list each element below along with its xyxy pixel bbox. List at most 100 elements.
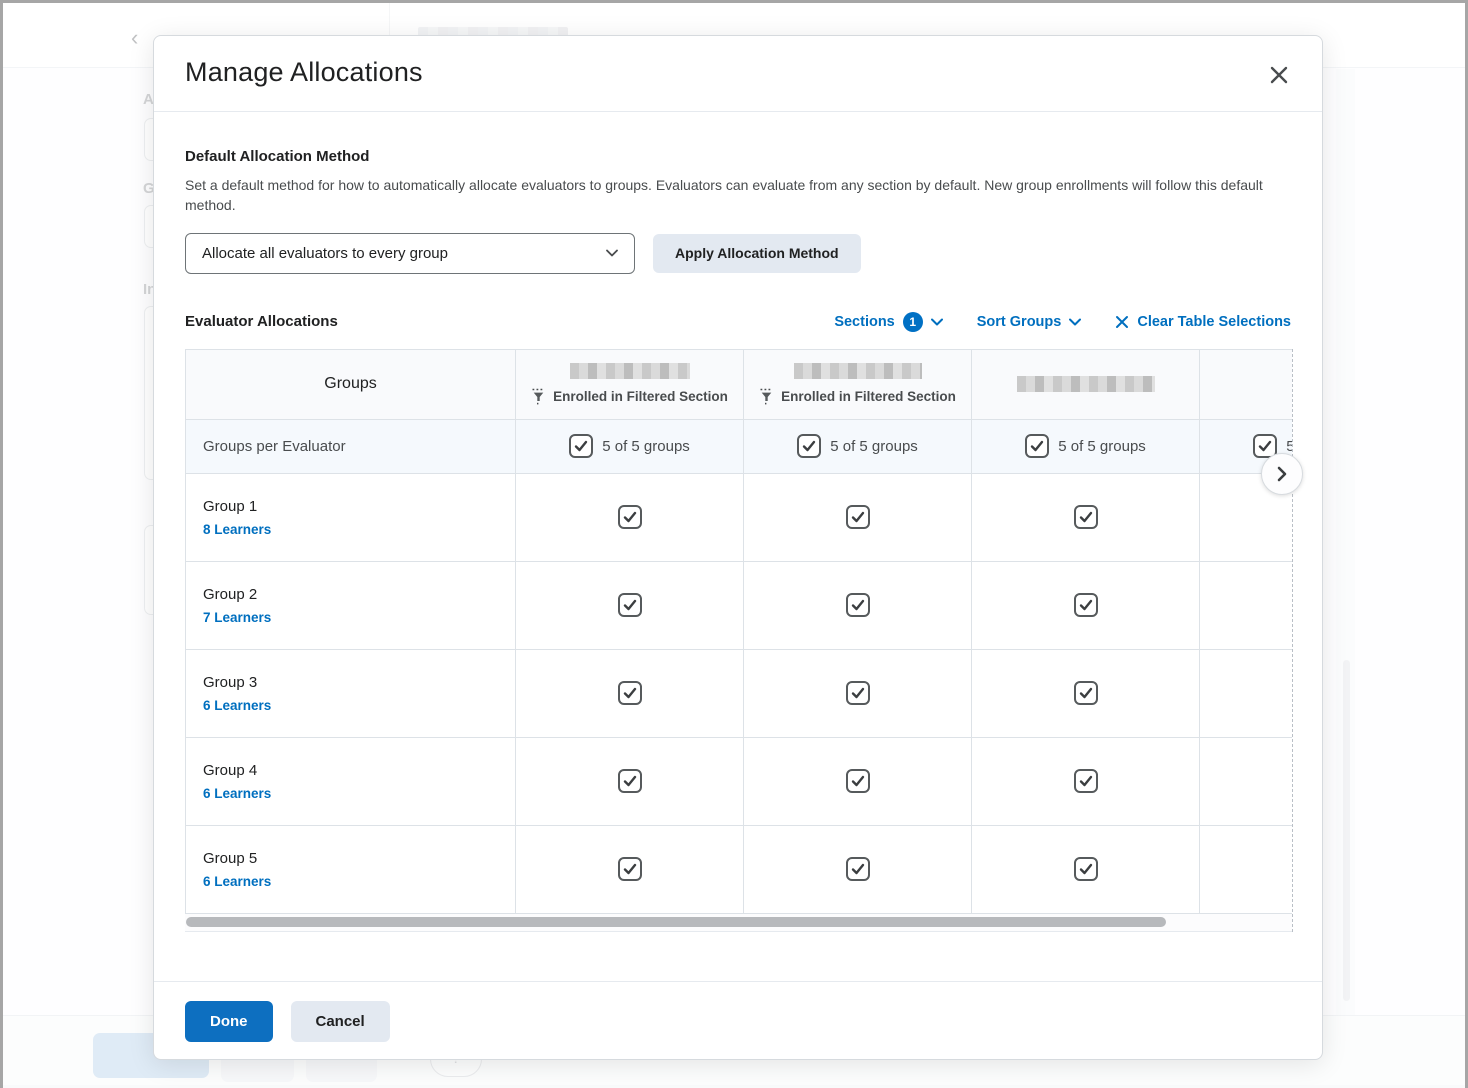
apply-allocation-method-button[interactable]: Apply Allocation Method <box>653 234 861 273</box>
allocation-cell <box>515 738 743 826</box>
allocation-cell <box>971 474 1199 562</box>
allocation-checkbox[interactable] <box>618 857 642 881</box>
summary-cell: 5 of 5 groups <box>743 420 971 474</box>
allocation-cell <box>743 562 971 650</box>
allocation-cell <box>1199 826 1293 914</box>
allocation-checkbox[interactable] <box>618 681 642 705</box>
allocations-table-viewport: Groups Enrolled in Filtered Section <box>185 349 1293 932</box>
learners-link[interactable]: 7 Learners <box>203 610 271 625</box>
summary-cell: 5 of 5 groups <box>971 420 1199 474</box>
allocation-cell <box>743 650 971 738</box>
allocation-checkbox[interactable] <box>1074 505 1098 529</box>
done-button[interactable]: Done <box>185 1001 273 1042</box>
evaluator-column-header <box>1199 349 1293 420</box>
allocation-checkbox[interactable] <box>1074 769 1098 793</box>
allocation-checkbox[interactable] <box>1074 593 1098 617</box>
chevron-right-icon <box>1277 466 1287 482</box>
allocation-checkbox[interactable] <box>618 769 642 793</box>
allocation-checkbox[interactable] <box>1074 681 1098 705</box>
sections-count-badge: 1 <box>903 312 923 332</box>
table-controls: Sections 1 Sort Groups Clear <box>834 312 1291 332</box>
allocation-cell <box>1199 650 1293 738</box>
filter-status: Enrolled in Filtered Section <box>759 388 956 405</box>
group-name: Group 3 <box>203 674 257 691</box>
allocation-checkbox[interactable] <box>618 505 642 529</box>
select-all-checkbox[interactable] <box>1025 434 1049 458</box>
chevron-down-icon <box>1069 318 1081 326</box>
evaluator-allocations-header: Evaluator Allocations Sections 1 Sort Gr… <box>185 312 1291 332</box>
allocation-checkbox[interactable] <box>846 681 870 705</box>
filter-funnel-icon <box>759 388 774 405</box>
close-icon <box>1268 64 1290 86</box>
group-row-label: Group 5 6 Learners <box>185 826 515 914</box>
allocation-cell <box>1199 738 1293 826</box>
filter-status-label: Enrolled in Filtered Section <box>781 389 956 404</box>
filter-status-label: Enrolled in Filtered Section <box>553 389 728 404</box>
evaluator-column-header: Enrolled in Filtered Section <box>515 349 743 420</box>
clear-table-selections-label: Clear Table Selections <box>1137 314 1291 330</box>
allocation-cell <box>971 562 1199 650</box>
summary-count-label: 5 of 5 groups <box>830 438 918 455</box>
evaluator-allocations-heading: Evaluator Allocations <box>185 313 338 330</box>
dialog-footer: Done Cancel <box>154 981 1322 1061</box>
close-button[interactable] <box>1264 60 1294 90</box>
allocation-cell <box>743 826 971 914</box>
allocation-method-select[interactable]: Allocate all evaluators to every group <box>185 233 635 274</box>
cancel-button[interactable]: Cancel <box>291 1001 390 1042</box>
clear-table-selections-button[interactable]: Clear Table Selections <box>1115 314 1291 330</box>
sections-filter-button[interactable]: Sections 1 <box>834 312 942 332</box>
allocations-table: Groups Enrolled in Filtered Section <box>185 349 1293 914</box>
filter-funnel-icon <box>531 388 546 405</box>
group-row-label: Group 1 8 Learners <box>185 474 515 562</box>
allocation-cell <box>971 826 1199 914</box>
sections-label: Sections <box>834 314 894 330</box>
group-name: Group 4 <box>203 762 257 779</box>
allocation-checkbox[interactable] <box>846 857 870 881</box>
allocation-checkbox[interactable] <box>846 593 870 617</box>
evaluator-column-header <box>971 349 1199 420</box>
summary-count-label: 5 of 5 groups <box>602 438 690 455</box>
allocation-cell <box>515 562 743 650</box>
evaluator-column-header: Enrolled in Filtered Section <box>743 349 971 420</box>
default-allocation-heading: Default Allocation Method <box>185 148 1291 165</box>
table-horizontal-scrollbar-thumb[interactable] <box>186 917 1166 927</box>
groups-per-evaluator-label: Groups per Evaluator <box>185 420 515 474</box>
group-row-label: Group 2 7 Learners <box>185 562 515 650</box>
summary-cell: 5 of 5 groups <box>515 420 743 474</box>
learners-link[interactable]: 6 Learners <box>203 698 271 713</box>
allocation-checkbox[interactable] <box>618 593 642 617</box>
evaluator-name-redacted <box>794 363 922 379</box>
sort-groups-button[interactable]: Sort Groups <box>977 314 1082 330</box>
groups-column-header: Groups <box>185 349 515 420</box>
group-name: Group 5 <box>203 850 257 867</box>
summary-count-label: 5 of 5 groups <box>1286 438 1293 455</box>
learners-link[interactable]: 6 Learners <box>203 874 271 889</box>
select-all-checkbox[interactable] <box>569 434 593 458</box>
allocation-cell <box>971 738 1199 826</box>
clear-x-icon <box>1115 315 1129 329</box>
group-row-label: Group 4 6 Learners <box>185 738 515 826</box>
allocation-cell <box>515 826 743 914</box>
learners-link[interactable]: 8 Learners <box>203 522 271 537</box>
select-all-checkbox[interactable] <box>797 434 821 458</box>
allocation-checkbox[interactable] <box>1074 857 1098 881</box>
group-name: Group 2 <box>203 586 257 603</box>
allocation-checkbox[interactable] <box>846 505 870 529</box>
default-allocation-description: Set a default method for how to automati… <box>185 175 1291 216</box>
allocation-method-value: Allocate all evaluators to every group <box>202 245 448 262</box>
method-row: Allocate all evaluators to every group A… <box>185 233 1291 274</box>
dialog-title: Manage Allocations <box>185 57 423 88</box>
dialog-body: Default Allocation Method Set a default … <box>154 148 1322 932</box>
allocation-cell <box>743 738 971 826</box>
chevron-down-icon <box>606 249 618 257</box>
learners-link[interactable]: 6 Learners <box>203 786 271 801</box>
allocation-cell <box>1199 562 1293 650</box>
allocation-checkbox[interactable] <box>846 769 870 793</box>
table-horizontal-scrollbar-track[interactable] <box>185 914 1293 932</box>
allocation-cell <box>515 650 743 738</box>
manage-allocations-dialog: Manage Allocations Default Allocation Me… <box>153 35 1323 1060</box>
sort-groups-label: Sort Groups <box>977 314 1062 330</box>
scroll-columns-right-button[interactable] <box>1261 453 1303 495</box>
allocation-cell <box>743 474 971 562</box>
evaluator-name-redacted <box>570 363 690 379</box>
